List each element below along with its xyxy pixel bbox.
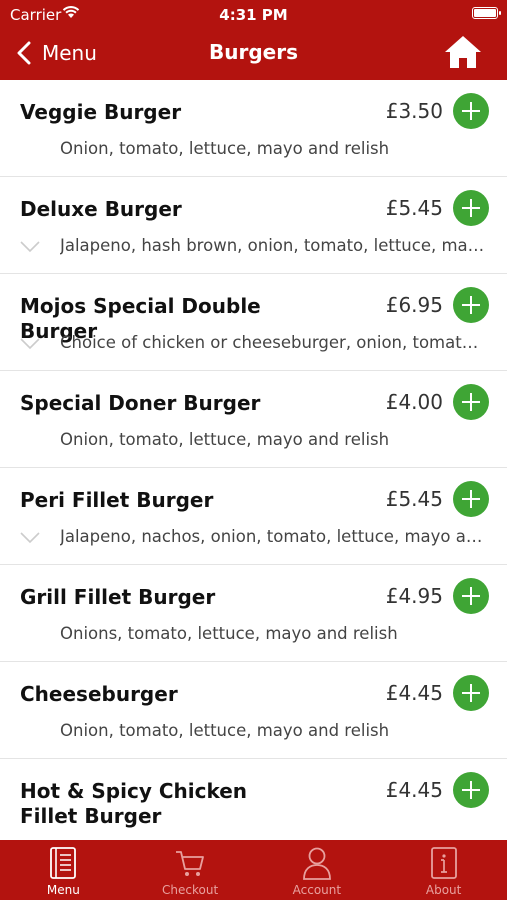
item-description: Onion, tomato, lettuce, mayo and relish — [60, 139, 390, 158]
menu-item[interactable]: Mojos Special Double Burger £6.95 Choice o… — [0, 274, 507, 371]
menu-item[interactable]: Hot & Spicy Chicken Fillet Burger£4.45Le… — [0, 759, 507, 840]
menu-item[interactable]: Cheeseburger £4.45 Onion, tomato, lettuce,… — [0, 662, 507, 759]
item-name: Peri Fillet Burger — [20, 488, 214, 512]
item-name: Cheeseburger — [20, 682, 178, 706]
menu-item-list[interactable]: Veggie Burger £3.50 Onion, tomato, lettuce… — [0, 80, 507, 840]
status-time: 4:31 PM — [219, 6, 288, 24]
tab-label: About — [425, 883, 462, 897]
menu-item[interactable]: Grill Fillet Burger £4.95 Onions, tomato, … — [0, 565, 507, 662]
item-price: £6.95 — [385, 293, 443, 317]
add-to-cart-button[interactable] — [453, 93, 489, 129]
tab-label: Account — [292, 883, 342, 897]
chevron-down-icon[interactable] — [20, 338, 40, 350]
item-price: £4.45 — [385, 778, 443, 802]
add-to-cart-button[interactable] — [453, 578, 489, 614]
header: Carrier 4:31 PM Menu Burgers — [0, 0, 507, 80]
menu-item[interactable]: Special Doner Burger £4.00 Onion, tomato, … — [0, 371, 507, 468]
item-description: Onion, tomato, lettuce, mayo and relish — [60, 430, 390, 449]
item-name: Deluxe Burger — [20, 197, 182, 221]
item-name: Veggie Burger — [20, 100, 182, 124]
person-icon — [302, 847, 331, 880]
tab-label: Menu — [46, 883, 80, 897]
menu-book-icon — [50, 847, 77, 879]
item-name: Special Doner Burger — [20, 391, 261, 415]
item-price: £5.45 — [385, 487, 443, 511]
tab-account[interactable]: Account — [254, 840, 381, 900]
add-to-cart-button[interactable] — [453, 772, 489, 808]
cart-icon — [176, 851, 205, 876]
item-price: £4.00 — [385, 390, 443, 414]
home-icon[interactable] — [443, 34, 483, 70]
add-to-cart-button[interactable] — [453, 481, 489, 517]
battery-icon — [472, 7, 501, 19]
add-to-cart-button[interactable] — [453, 287, 489, 323]
page-title: Burgers — [209, 40, 298, 64]
menu-item[interactable]: Veggie Burger £3.50 Onion, tomato, lettuce… — [0, 80, 507, 177]
item-description: Choice of chicken or cheeseburger, onion… — [60, 333, 487, 352]
info-icon — [430, 847, 457, 879]
tab-label: Checkout — [162, 883, 219, 897]
item-description: Jalapeno, nachos, onion, tomato, lettuce… — [60, 527, 487, 546]
add-to-cart-button[interactable] — [453, 190, 489, 226]
item-name: Hot & Spicy Chicken Fillet Burger — [20, 779, 248, 828]
item-description: Onion, tomato, lettuce, mayo and relish — [60, 721, 390, 740]
item-description: Onions, tomato, lettuce, mayo and relish — [60, 624, 398, 643]
item-price: £4.95 — [385, 584, 443, 608]
item-price: £5.45 — [385, 196, 443, 220]
menu-item[interactable]: Peri Fillet Burger £5.45 Jalapeno, nachos,… — [0, 468, 507, 565]
item-description: Jalapeno, hash brown, onion, tomato, let… — [60, 236, 487, 255]
item-name: Grill Fillet Burger — [20, 585, 216, 609]
tab-about[interactable]: About — [380, 840, 507, 900]
item-price: £3.50 — [385, 99, 443, 123]
menu-item[interactable]: Deluxe Burger £5.45 Jalapeno, hash brown, … — [0, 177, 507, 274]
nav-bar: Menu Burgers — [0, 28, 507, 80]
item-price: £4.45 — [385, 681, 443, 705]
chevron-down-icon[interactable] — [20, 241, 40, 253]
add-to-cart-button[interactable] — [453, 675, 489, 711]
add-to-cart-button[interactable] — [453, 384, 489, 420]
status-bar: Carrier 4:31 PM — [0, 0, 507, 28]
tab-bar: Menu Checkout Account About — [0, 840, 507, 900]
tab-menu[interactable]: Menu — [0, 840, 127, 900]
tab-checkout[interactable]: Checkout — [127, 840, 254, 900]
chevron-down-icon[interactable] — [20, 532, 40, 544]
